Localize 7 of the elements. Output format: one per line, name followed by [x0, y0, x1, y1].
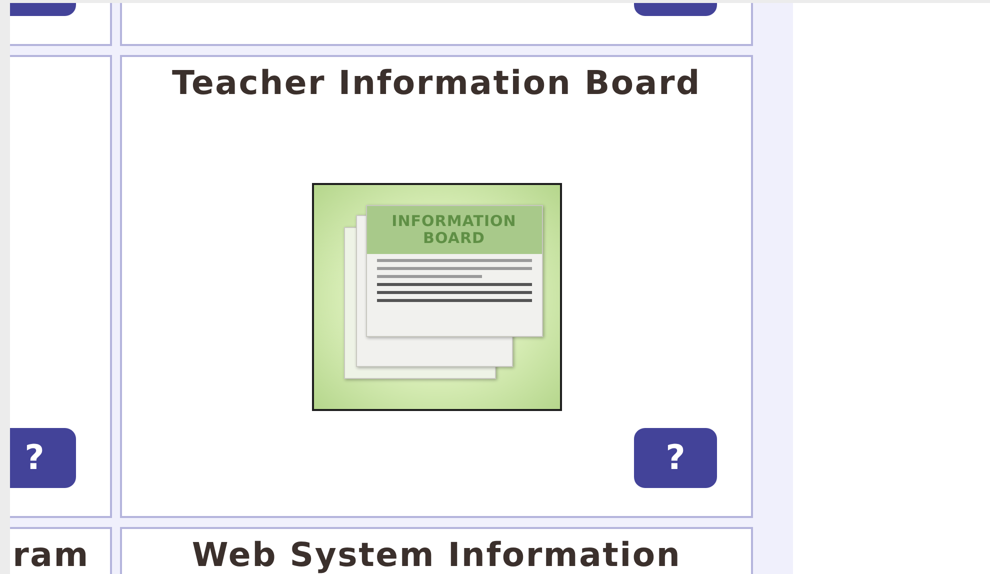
cell-title: Teacher Information Board [172, 65, 701, 101]
cell-title: Web System Information [192, 537, 682, 573]
help-button[interactable]: ? [10, 428, 76, 488]
help-button[interactable]: ? [634, 428, 717, 488]
icon-caption: INFORMATION [392, 213, 516, 230]
icon-caption: BOARD [423, 230, 485, 247]
cell-title: ram [12, 537, 90, 573]
